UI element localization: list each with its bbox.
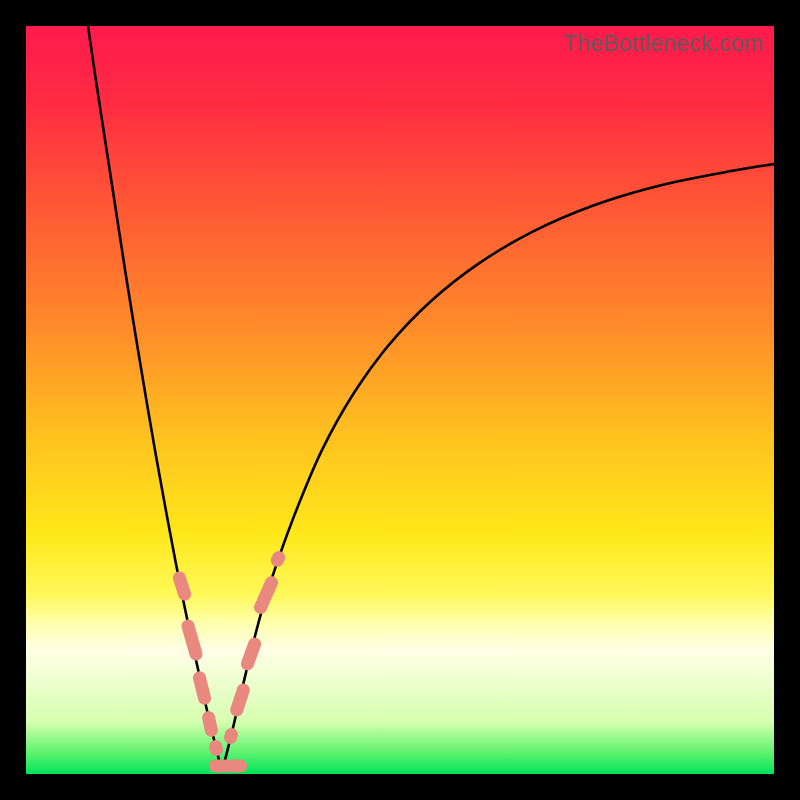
curve-marker (223, 727, 240, 746)
curve-marker (269, 549, 288, 569)
curve-marker (201, 710, 219, 738)
curve-marker (208, 739, 224, 757)
curves-layer (26, 26, 774, 774)
markers-group (171, 549, 287, 773)
curve-marker (180, 618, 204, 662)
outer-frame: TheBottleneck.com (0, 0, 800, 800)
curve-marker (171, 570, 193, 603)
curve-marker (239, 636, 263, 672)
curve-marker (225, 760, 247, 773)
plot-area: TheBottleneck.com (26, 26, 774, 774)
curve-marker (252, 574, 280, 616)
curve-marker (192, 670, 213, 706)
left-curve (88, 26, 222, 770)
curve-marker (229, 682, 252, 718)
watermark-text: TheBottleneck.com (564, 30, 764, 57)
right-curve (222, 164, 774, 770)
